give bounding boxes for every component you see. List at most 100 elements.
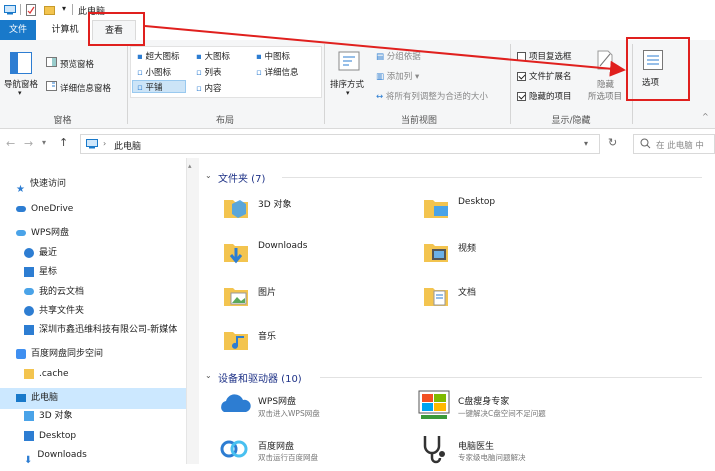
search-icon xyxy=(640,138,651,149)
recent-locations-icon[interactable]: ▾ xyxy=(42,138,46,147)
navigation-pane-icon[interactable] xyxy=(10,52,32,74)
3d-objects-folder-icon xyxy=(224,200,248,218)
fit-columns-button[interactable]: ↔ 将所有列调整为合适的大小 xyxy=(376,90,488,102)
panes-group-label: 窗格 xyxy=(53,116,72,126)
address-dropdown-icon[interactable]: ▾ xyxy=(584,139,588,148)
wps-cloud-icon xyxy=(221,394,251,412)
computer-icon xyxy=(4,5,16,15)
collapse-chevron-icon[interactable]: ⌄ xyxy=(205,171,212,180)
music-folder-icon xyxy=(224,332,248,350)
sidebar-item-desktop[interactable]: Desktop xyxy=(0,426,210,447)
folder-downloads[interactable]: Downloads xyxy=(258,241,307,251)
cloud-icon xyxy=(16,229,26,236)
divider xyxy=(72,4,73,15)
checkbox[interactable] xyxy=(517,92,526,101)
breadcrumb-current[interactable]: 此电脑 xyxy=(114,139,141,152)
share-icon xyxy=(24,305,34,316)
highlight-view-tab xyxy=(88,12,145,46)
star-icon xyxy=(24,266,34,277)
building-icon xyxy=(24,324,34,335)
details-pane-button[interactable]: 详细信息窗格 xyxy=(60,82,111,94)
cloud-icon xyxy=(24,288,34,295)
search-placeholder: 在 此电脑 中 xyxy=(656,141,704,151)
quick-access-dropdown-icon[interactable]: ▾ xyxy=(62,4,66,13)
sidebar-item-onedrive[interactable]: OneDrive xyxy=(0,199,202,220)
device-wps-desc: 双击进入WPS网盘 xyxy=(258,409,320,418)
folder-documents[interactable]: 文档 xyxy=(458,285,476,298)
sidebar-item-downloads[interactable]: ⬇ Downloads xyxy=(0,445,210,466)
sidebar-item-quick-access[interactable]: ★ 快速访问 xyxy=(0,174,202,195)
chevron-down-icon[interactable]: ▾ xyxy=(18,89,22,97)
sidebar-item-3d-objects[interactable]: 3D 对象 xyxy=(0,406,210,427)
group-separator xyxy=(127,44,128,124)
refresh-icon[interactable]: ↻ xyxy=(608,136,617,149)
highlight-options xyxy=(626,37,690,101)
annotation-arrow xyxy=(144,25,626,77)
up-icon[interactable]: ↑ xyxy=(59,136,68,149)
preview-pane-button[interactable]: 预览窗格 xyxy=(60,58,94,70)
stethoscope-icon xyxy=(423,436,445,464)
baidu-netdisk-icon xyxy=(220,440,248,458)
section-divider xyxy=(282,177,702,178)
sidebar-item-shared-folder[interactable]: 共享文件夹 xyxy=(0,301,210,322)
properties-icon[interactable] xyxy=(26,4,36,16)
folder-videos[interactable]: 视频 xyxy=(458,241,476,254)
sidebar-item-baidu-sync[interactable]: 百度网盘同步空间 xyxy=(0,344,202,365)
sidebar-item-starred[interactable]: 星标 xyxy=(0,262,210,283)
tab-computer[interactable]: 计算机 xyxy=(44,20,86,40)
section-divider xyxy=(320,377,702,378)
device-wps-drive[interactable]: WPS网盘 xyxy=(258,394,296,407)
sidebar-item-cache[interactable]: .cache xyxy=(0,364,210,385)
sidebar-item-company[interactable]: 深圳市鑫迅维科技有限公司-新媒体 xyxy=(0,320,186,341)
folder-3d-objects[interactable]: 3D 对象 xyxy=(258,197,292,210)
breadcrumb-separator-icon[interactable]: › xyxy=(103,139,106,148)
desktop-icon xyxy=(24,430,34,441)
ribbon-collapse-icon[interactable]: ^ xyxy=(702,112,709,121)
sidebar-item-my-cloud-docs[interactable]: 我的云文档 xyxy=(0,282,210,303)
preview-pane-icon[interactable] xyxy=(46,57,57,67)
folder-icon xyxy=(24,368,34,379)
download-icon: ⬇ xyxy=(24,454,33,466)
show-hide-group-label: 显示/隐藏 xyxy=(551,116,591,126)
hide-selected-sub: 所选项目 xyxy=(588,92,623,102)
device-baidu-netdisk[interactable]: 百度网盘 xyxy=(258,439,294,452)
cloud-icon xyxy=(16,205,26,212)
device-c-drive-cleaner-desc: 一键解决C盘空间不足问题 xyxy=(458,409,546,418)
device-c-drive-cleaner[interactable]: C盘瘦身专家 xyxy=(458,394,509,407)
device-pc-doctor[interactable]: 电脑医生 xyxy=(458,439,494,452)
documents-folder-icon xyxy=(424,288,448,306)
sidebar-item-recent[interactable]: 最近 xyxy=(0,243,210,264)
layout-content[interactable]: ▫ 内容 xyxy=(196,82,221,94)
cube-icon xyxy=(24,410,34,421)
devices-section-header[interactable]: 设备和驱动器 (10) xyxy=(218,370,302,385)
device-baidu-desc: 双击运行百度网盘 xyxy=(258,453,318,462)
star-icon: ★ xyxy=(16,183,25,195)
c-drive-cleaner-icon xyxy=(418,390,450,419)
forward-icon[interactable]: → xyxy=(24,137,33,150)
computer-icon xyxy=(86,139,98,149)
collapse-chevron-icon[interactable]: ⌄ xyxy=(205,371,212,380)
tab-file[interactable]: 文件 xyxy=(0,20,36,40)
details-pane-icon[interactable] xyxy=(46,81,57,91)
folder-music[interactable]: 音乐 xyxy=(258,329,276,342)
folder-desktop[interactable]: Desktop xyxy=(458,197,495,207)
hidden-items-toggle[interactable]: 隐藏的项目 xyxy=(517,90,572,102)
sync-folder-icon xyxy=(16,348,26,359)
downloads-folder-icon xyxy=(224,244,248,264)
scroll-up-icon[interactable]: ▴ xyxy=(188,162,192,170)
chevron-down-icon[interactable]: ▾ xyxy=(346,89,350,97)
pictures-folder-icon xyxy=(224,288,248,306)
back-icon[interactable]: ← xyxy=(6,137,15,150)
folder-pictures[interactable]: 图片 xyxy=(258,285,276,298)
device-pc-doctor-desc: 专家级电脑问题解决 xyxy=(458,453,526,462)
divider xyxy=(20,4,21,15)
folders-section-header[interactable]: 文件夹 (7) xyxy=(218,170,265,185)
address-bar[interactable] xyxy=(80,134,600,154)
desktop-folder-icon xyxy=(424,200,448,218)
layout-group-label: 布局 xyxy=(215,116,234,126)
sidebar-item-wps-drive[interactable]: WPS网盘 xyxy=(0,223,202,244)
new-folder-icon[interactable] xyxy=(44,4,55,16)
computer-icon xyxy=(16,393,26,402)
clock-icon xyxy=(24,247,34,258)
current-view-group-label: 当前视图 xyxy=(400,116,437,126)
